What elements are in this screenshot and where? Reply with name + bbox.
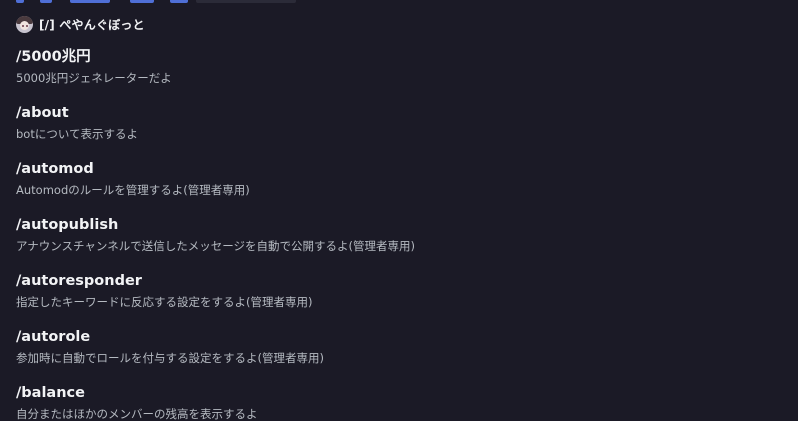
command-item-balance[interactable]: /balance 自分またはほかのメンバーの残高を表示するよ xyxy=(16,382,786,421)
command-description: 自分またはほかのメンバーの残高を表示するよ xyxy=(16,407,258,421)
command-item-autorole[interactable]: /autorole 参加時に自動でロールを付与する設定をするよ(管理者専用) xyxy=(16,326,786,382)
command-item-autopublish[interactable]: /autopublish アナウンスチャンネルで送信したメッセージを自動で公開す… xyxy=(16,214,786,270)
bot-avatar-icon xyxy=(16,15,33,33)
command-description: Automodのルールを管理するよ(管理者専用) xyxy=(16,183,250,197)
command-picker: [/] ぺやんぐぼっと /5000兆円 5000兆円ジェネレーターだよ /abo… xyxy=(0,0,798,421)
command-name: /autoresponder xyxy=(16,273,142,289)
command-description: botについて表示するよ xyxy=(16,127,138,141)
command-name: /5000兆円 xyxy=(16,49,91,65)
command-name: /automod xyxy=(16,161,94,177)
command-description: 参加時に自動でロールを付与する設定をするよ(管理者専用) xyxy=(16,351,324,365)
command-name: /autorole xyxy=(16,329,91,345)
command-name: /autopublish xyxy=(16,217,119,233)
command-name: /balance xyxy=(16,385,85,401)
cropped-header-fragment xyxy=(0,0,300,6)
command-item-about[interactable]: /about botについて表示するよ xyxy=(16,102,786,158)
command-description: アナウンスチャンネルで送信したメッセージを自動で公開するよ(管理者専用) xyxy=(16,239,415,253)
command-item-autoresponder[interactable]: /autoresponder 指定したキーワードに反応する設定をするよ(管理者専… xyxy=(16,270,786,326)
command-description: 5000兆円ジェネレーターだよ xyxy=(16,71,172,85)
app-name: [/] ぺやんぐぼっと xyxy=(39,17,145,32)
command-description: 指定したキーワードに反応する設定をするよ(管理者専用) xyxy=(16,295,313,309)
command-item-5000[interactable]: /5000兆円 5000兆円ジェネレーターだよ xyxy=(16,46,786,102)
command-item-automod[interactable]: /automod Automodのルールを管理するよ(管理者専用) xyxy=(16,158,786,214)
app-header: [/] ぺやんぐぼっと xyxy=(16,15,145,33)
command-list: /5000兆円 5000兆円ジェネレーターだよ /about botについて表示… xyxy=(16,46,786,421)
command-name: /about xyxy=(16,105,69,121)
